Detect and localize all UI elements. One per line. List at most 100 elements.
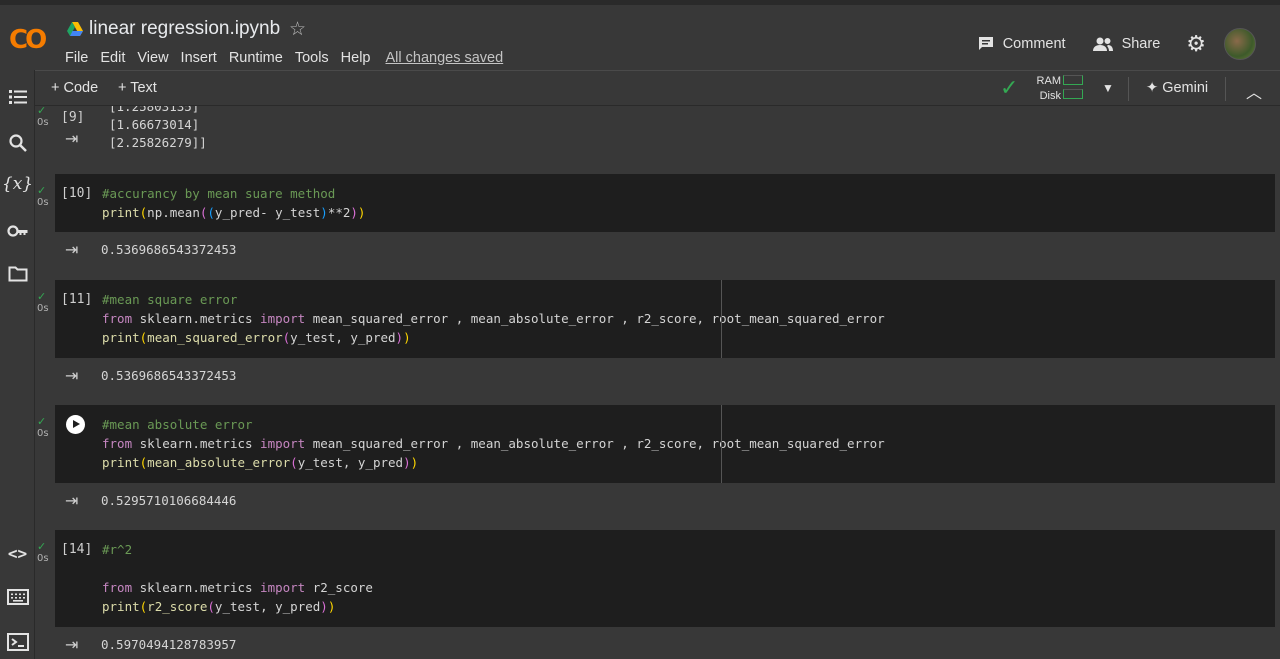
code-line: from sklearn.metrics import r2_score: [102, 580, 373, 595]
cell-output: ⇥ 0.5970494128783957: [55, 627, 1275, 659]
code-cell[interactable]: ✓ 0s [14] #r^2 from sklearn.metrics impor…: [37, 530, 1275, 659]
output-toggle-icon[interactable]: ⇥: [65, 232, 78, 268]
code-editor[interactable]: [10] #accurancy by mean suare method pri…: [55, 174, 1275, 232]
menu-insert[interactable]: Insert: [181, 50, 217, 66]
run-time: 0s: [37, 553, 49, 564]
settings-gear-icon[interactable]: ⚙: [1186, 31, 1206, 57]
code-cell[interactable]: ✓ 0s #mean absolute error from sklearn.me…: [37, 405, 1275, 519]
run-time: 0s: [37, 428, 49, 439]
run-status: ✓ 0s: [37, 290, 49, 314]
disk-label: Disk: [1039, 90, 1061, 102]
add-code-button[interactable]: + Code: [51, 80, 98, 96]
run-time: 0s: [37, 197, 49, 208]
line-length-ruler: [721, 405, 722, 483]
chevron-down-icon[interactable]: ▼: [1102, 81, 1114, 95]
gemini-button[interactable]: ✦ Gemini: [1146, 80, 1208, 96]
folder-icon[interactable]: [0, 266, 35, 287]
output-toggle-icon[interactable]: ⇥: [65, 627, 78, 659]
menu-help[interactable]: Help: [341, 50, 371, 66]
gemini-label: Gemini: [1162, 80, 1209, 96]
divider: [1225, 77, 1226, 101]
left-sidebar: {x} <>: [0, 70, 35, 659]
menu-tools[interactable]: Tools: [295, 50, 329, 66]
ram-label: RAM: [1036, 75, 1061, 87]
chevron-up-icon[interactable]: ︿: [1246, 79, 1262, 103]
menu-edit[interactable]: Edit: [100, 50, 125, 66]
execution-count: [11]: [61, 292, 93, 307]
sparkle-icon: ✦: [1146, 80, 1159, 96]
run-status: ✓ 0s: [37, 415, 49, 439]
run-time: 0s: [37, 117, 49, 128]
output-toggle-icon[interactable]: ⇥: [65, 358, 78, 394]
run-time: 0s: [37, 303, 49, 314]
code-editor[interactable]: [11] #mean square error from sklearn.met…: [55, 280, 1275, 358]
output-value: 0.5369686543372453: [101, 242, 237, 257]
code-line: from sklearn.metrics import mean_squared…: [102, 311, 885, 326]
code-comment: #mean absolute error: [102, 417, 253, 432]
code-snippets-icon[interactable]: <>: [0, 544, 35, 563]
ram-bar: [1063, 75, 1083, 85]
star-icon[interactable]: ☆: [289, 18, 306, 41]
key-icon[interactable]: [0, 222, 35, 243]
output-toggle-icon[interactable]: ⇥: [65, 130, 78, 148]
add-text-button[interactable]: + Text: [118, 80, 157, 96]
people-icon: [1092, 37, 1113, 51]
share-label: Share: [1121, 36, 1161, 52]
output-toggle-icon[interactable]: ⇥: [65, 483, 78, 519]
code-cell[interactable]: ✓ 0s [10] #accurancy by mean suare method…: [37, 174, 1275, 268]
code-editor[interactable]: [14] #r^2 from sklearn.metrics import r2…: [55, 530, 1275, 627]
run-status: ✓ 0s: [37, 106, 49, 128]
top-right-actions: Comment Share ⚙: [977, 28, 1280, 60]
output-value: 0.5295710106684446: [101, 493, 237, 508]
menu-runtime[interactable]: Runtime: [229, 50, 283, 66]
output-line: [2.25826279]]: [109, 135, 207, 150]
code-editor[interactable]: #mean absolute error from sklearn.metric…: [55, 405, 1275, 483]
save-status[interactable]: All changes saved: [386, 50, 504, 66]
execution-count: [14]: [61, 542, 93, 557]
divider: [1128, 77, 1129, 101]
run-status: ✓ 0s: [37, 540, 49, 564]
run-status: ✓ 0s: [37, 184, 49, 208]
top-bar: CO linear regression.ipynb ☆ File Edit V…: [0, 0, 1280, 70]
cell-output: ⇥ 0.5369686543372453: [55, 358, 1275, 394]
comment-button[interactable]: Comment: [977, 35, 1066, 53]
code-line: from sklearn.metrics import mean_squared…: [102, 436, 885, 451]
cell-output: [1.25803135] [1.66673014] [2.25826279]] …: [55, 106, 1275, 164]
output-value: 0.5369686543372453: [101, 368, 237, 383]
comment-label: Comment: [1002, 36, 1066, 52]
code-cell[interactable]: ✓ 0s [9] [1.25803135] [1.66673014] [2.258…: [37, 106, 1275, 164]
menu-file[interactable]: File: [65, 50, 88, 66]
code-line: print(r2_score(y_test, y_pred)): [102, 599, 336, 614]
code-line: print(mean_squared_error(y_test, y_pred)…: [102, 330, 411, 345]
line-length-ruler: [721, 280, 722, 358]
terminal-icon[interactable]: [0, 633, 35, 656]
resource-bars: [1063, 75, 1083, 103]
search-icon[interactable]: [0, 133, 35, 158]
drive-icon[interactable]: [67, 22, 83, 36]
connected-check-icon[interactable]: ✓: [1000, 75, 1018, 101]
notebook-toolbar: + Code + Text ✓ RAM Disk ▼ ✦ Gemini ︿: [35, 70, 1280, 106]
comment-icon: [978, 37, 993, 50]
avatar[interactable]: [1224, 28, 1256, 60]
table-of-contents-icon[interactable]: [0, 88, 35, 111]
disk-bar: [1063, 89, 1083, 99]
cell-output: ⇥ 0.5369686543372453: [55, 232, 1275, 268]
ram-disk-indicator[interactable]: RAM Disk: [1033, 74, 1061, 104]
code-comment: #r^2: [102, 542, 133, 557]
colab-logo[interactable]: CO: [9, 25, 47, 55]
notebook-title[interactable]: linear regression.ipynb: [89, 18, 280, 40]
menu-bar: File Edit View Insert Runtime Tools Help…: [65, 50, 515, 66]
output-line: [1.25803135]: [109, 106, 200, 114]
output-line: [1.66673014]: [109, 117, 200, 132]
share-button[interactable]: Share: [1092, 36, 1161, 52]
command-palette-icon[interactable]: [0, 589, 35, 610]
menu-view[interactable]: View: [137, 50, 168, 66]
code-comment: #accurancy by mean suare method: [102, 186, 336, 201]
execution-count: [10]: [61, 186, 93, 201]
code-comment: #mean square error: [102, 292, 238, 307]
run-cell-button[interactable]: [66, 415, 85, 434]
code-cell[interactable]: ✓ 0s [11] #mean square error from sklearn…: [37, 280, 1275, 394]
notebook-content: ✓ 0s [9] [1.25803135] [1.66673014] [2.258…: [35, 106, 1280, 659]
variables-icon[interactable]: {x}: [0, 174, 35, 194]
